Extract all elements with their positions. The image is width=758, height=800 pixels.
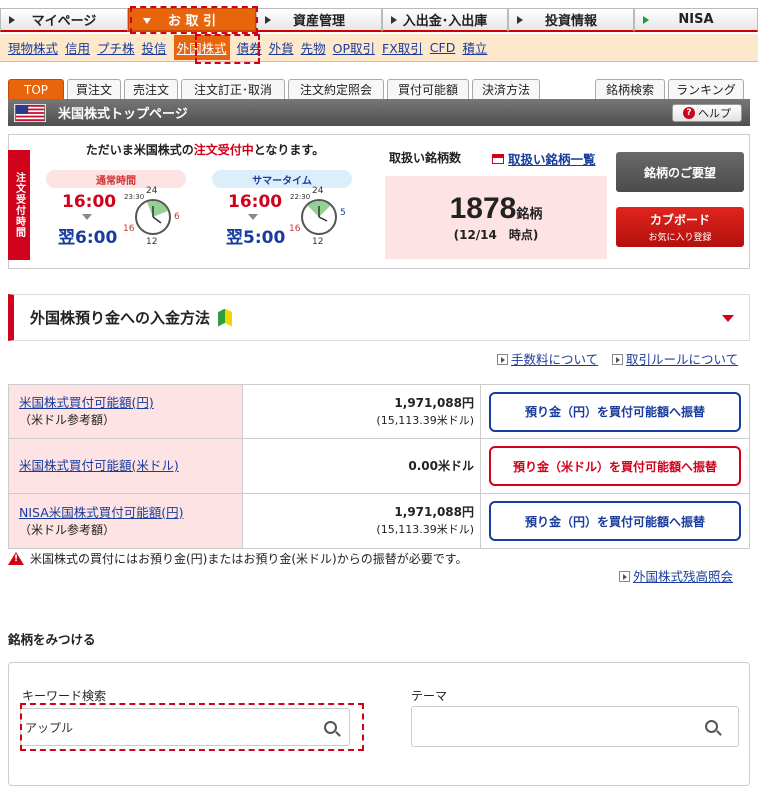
arrow-right-icon	[9, 16, 15, 24]
summer-start-time: 16:00	[228, 192, 283, 212]
clock-icon	[146, 201, 169, 224]
fee-link[interactable]: 手数料について	[497, 349, 598, 368]
normal-end-time: 翌6:00	[58, 228, 118, 248]
subnav-futures[interactable]: 先物	[301, 38, 326, 57]
global-nav: マイページ お 取 引 資産管理 入出金･入出庫 投資情報 NISA	[0, 8, 758, 32]
sub-nav: 現物株式 信用 プチ株 投信 外国株式 債券 外貨 先物 OP取引 FX取引 C…	[0, 34, 758, 62]
beginner-mark-icon	[218, 308, 233, 327]
normal-hours-clock: 24 6 16 12 23:30	[123, 186, 180, 247]
table-row: 米国株式買付可能額(円) （米ドル参考額） 1,971,088円 (15,113.3…	[7, 384, 750, 439]
summer-end-time: 翌5:00	[226, 228, 286, 248]
stock-list-link[interactable]: 取扱い銘柄一覧	[492, 149, 596, 168]
table-row: 米国株式買付可能額(米ドル) 0.00米ドル 預り金（米ドル）を買付可能額へ振替	[7, 438, 750, 494]
count-label: 取扱い銘柄数	[389, 151, 462, 165]
subnav-funds[interactable]: 投信	[142, 38, 167, 57]
nav-assets[interactable]: 資産管理	[256, 8, 382, 32]
us-flag-icon	[14, 104, 46, 122]
arrow-right-icon	[517, 16, 523, 24]
clock-icon	[306, 201, 332, 222]
subnav-cfd[interactable]: CFD	[430, 40, 456, 55]
list-icon	[492, 153, 504, 164]
tab-execution-inquiry[interactable]: 注文約定照会	[288, 79, 384, 99]
page-title: 米国株式トップページ	[8, 99, 750, 126]
highlight-foreign-stocks	[195, 34, 260, 64]
transfer-warning: 米国株式の買付にはお預り金(円)またはお預り金(米ドル)からの振替が必要です。	[8, 550, 468, 567]
tab-sell-order[interactable]: 売注文	[124, 79, 178, 99]
highlight-keyword-search	[20, 703, 364, 751]
transfer-nisa-jpy-button[interactable]: 預り金（円）を買付可能額へ振替	[489, 501, 741, 541]
buying-power-table: 米国株式買付可能額(円) （米ドル参考額） 1,971,088円 (15,113.3…	[7, 384, 750, 549]
tab-bar-right: 銘柄検索 ランキング	[595, 79, 744, 99]
subnav-savings[interactable]: 積立	[462, 38, 487, 57]
nav-deposit[interactable]: 入出金･入出庫	[382, 8, 508, 32]
jpy-buying-power-link[interactable]: 米国株式買付可能額(円)	[19, 395, 154, 410]
summer-hours-clock: 24 5 16 12 22:30	[289, 186, 346, 247]
search-icon[interactable]	[705, 720, 718, 733]
cupboard-button[interactable]: カブボード お気に入り登録	[616, 207, 744, 247]
tab-ranking[interactable]: ランキング	[668, 79, 744, 99]
order-hours-strip: 注文受付時間	[8, 150, 30, 260]
theme-label: テーマ	[411, 689, 448, 703]
tab-order-correction[interactable]: 注文訂正･取消	[181, 79, 285, 99]
chevron-down-icon[interactable]	[722, 315, 734, 322]
subnav-fx-currency[interactable]: 外貨	[269, 38, 294, 57]
keyword-label: キーワード検索	[22, 689, 107, 703]
highlight-trade	[130, 6, 258, 34]
count-date: (12/14 時点)	[453, 228, 539, 242]
arrow-right-icon	[497, 354, 508, 365]
subnav-margin[interactable]: 信用	[65, 38, 90, 57]
tab-buying-power[interactable]: 買付可能額	[387, 79, 469, 99]
tab-stock-search[interactable]: 銘柄検索	[595, 79, 665, 99]
balance-inquiry-link[interactable]: 外国株式残高照会	[619, 566, 733, 585]
arrow-down-icon	[82, 214, 92, 220]
arrow-right-icon	[619, 571, 630, 582]
nav-invest-info[interactable]: 投資情報	[508, 8, 634, 32]
nav-mypage[interactable]: マイページ	[0, 8, 128, 32]
subnav-options[interactable]: OP取引	[333, 38, 375, 57]
arrow-right-icon	[643, 16, 649, 24]
arrow-right-icon	[265, 16, 271, 24]
transfer-usd-button[interactable]: 預り金（米ドル）を買付可能額へ振替	[489, 446, 741, 486]
subnav-stocks[interactable]: 現物株式	[8, 38, 58, 57]
stock-count-box: 1878銘柄 (12/14 時点)	[385, 176, 607, 259]
arrow-right-icon	[612, 354, 623, 365]
arrow-right-icon	[391, 16, 397, 24]
warning-icon	[8, 552, 24, 565]
rules-link[interactable]: 取引ルールについて	[612, 349, 738, 368]
nav-nisa[interactable]: NISA	[634, 8, 758, 32]
tab-settlement-method[interactable]: 決済方法	[472, 79, 540, 99]
stock-request-button[interactable]: 銘柄のご要望	[616, 152, 744, 192]
subnav-petit[interactable]: プチ株	[97, 38, 135, 57]
deposit-method-accordion[interactable]: 外国株預り金への入金方法	[8, 294, 750, 341]
usd-buying-power-link[interactable]: 米国株式買付可能額(米ドル)	[19, 458, 179, 473]
stock-count: 1878	[449, 192, 517, 225]
normal-start-time: 16:00	[62, 192, 117, 212]
tab-top[interactable]: TOP	[8, 79, 64, 99]
status-headline: ただいま米国株式の注文受付中となります。	[85, 143, 325, 157]
find-stocks-title: 銘柄をみつける	[8, 632, 96, 647]
tab-buy-order[interactable]: 買注文	[67, 79, 121, 99]
transfer-jpy-button[interactable]: 預り金（円）を買付可能額へ振替	[489, 391, 741, 432]
table-row: NISA米国株式買付可能額(円) （米ドル参考額） 1,971,088円 (15,1…	[7, 493, 750, 549]
tab-bar: TOP 買注文 売注文 注文訂正･取消 注文約定照会 買付可能額 決済方法	[8, 79, 543, 99]
question-icon: ?	[683, 107, 695, 119]
arrow-down-icon	[248, 214, 258, 220]
subnav-fx[interactable]: FX取引	[382, 38, 423, 57]
nisa-buying-power-link[interactable]: NISA米国株式買付可能額(円)	[19, 505, 184, 520]
help-button[interactable]: ? ヘルプ	[672, 104, 742, 122]
theme-search-input[interactable]	[411, 706, 739, 747]
